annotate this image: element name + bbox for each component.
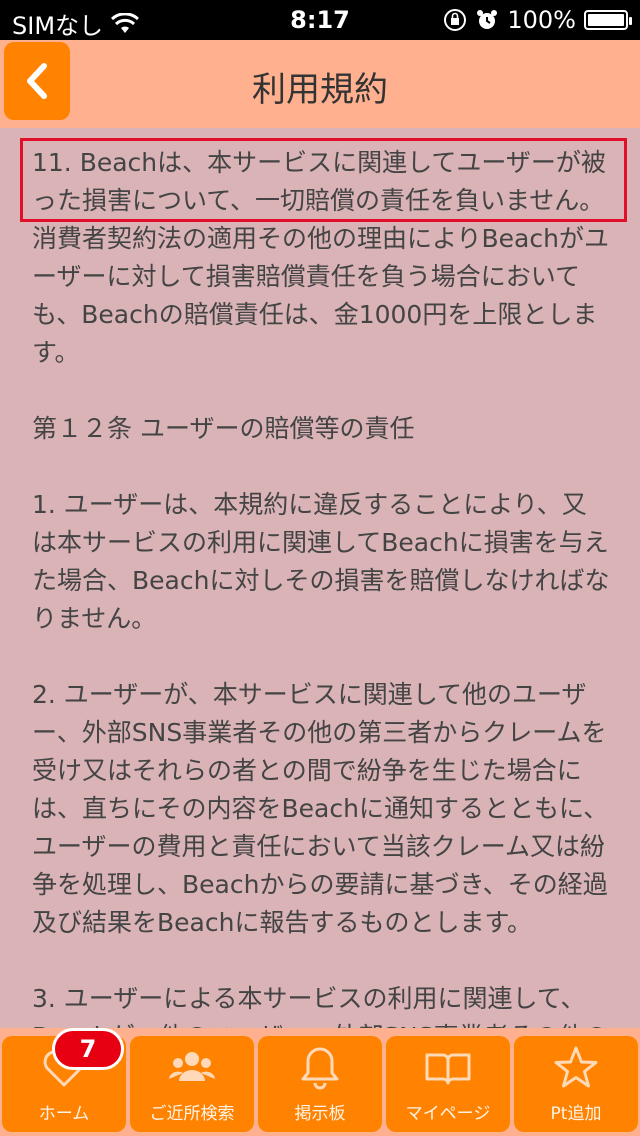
tab-label: Pt追加 xyxy=(550,1104,602,1124)
alarm-icon xyxy=(477,10,498,29)
terms-paragraph: 11. Beachは、本サービスに関連してユーザーが被った損害について、一切賠償… xyxy=(32,148,609,367)
book-icon xyxy=(425,1053,471,1085)
status-right: 100% xyxy=(443,6,632,34)
star-icon xyxy=(554,1046,598,1088)
tab-bulletin-board[interactable]: 掲示板 xyxy=(258,1036,382,1132)
orientation-lock-icon xyxy=(444,9,467,31)
bell-icon xyxy=(301,1047,339,1090)
tab-label: マイページ xyxy=(405,1104,491,1124)
terms-paragraph: 3. ユーザーによる本サービスの利用に関連して、Beachが、他のユーザー、外部… xyxy=(32,984,609,1028)
tab-label: ご近所検索 xyxy=(149,1104,235,1124)
page-title: 利用規約 xyxy=(252,70,388,110)
terms-paragraph: 1. ユーザーは、本規約に違反することにより、又は本サービスの利用に関連してBe… xyxy=(32,490,610,633)
terms-content[interactable]: 11. Beachは、本サービスに関連してユーザーが被った損害について、一切賠償… xyxy=(0,128,640,1028)
section-heading: 第１２条 ユーザーの賠償等の責任 xyxy=(32,414,415,443)
tab-bar: ホーム 7 ご近所検索 掲示板 マイページ Pt追加 xyxy=(0,1028,640,1136)
header: 利用規約 xyxy=(0,40,640,128)
notification-badge: 7 xyxy=(52,1028,124,1070)
tab-add-points[interactable]: Pt追加 xyxy=(514,1036,638,1132)
tab-label: ホーム xyxy=(38,1104,90,1124)
status-bar: SIMなし 8:17 100% xyxy=(0,0,640,40)
battery-percent: 100% xyxy=(507,6,576,34)
battery-icon xyxy=(584,10,632,30)
tab-label: 掲示板 xyxy=(294,1104,346,1124)
tab-my-page[interactable]: マイページ xyxy=(386,1036,510,1132)
people-icon xyxy=(169,1052,215,1081)
tab-home[interactable]: ホーム 7 xyxy=(2,1028,126,1132)
terms-paragraph: 2. ユーザーが、本サービスに関連して他のユーザー、外部SNS事業者その他の第三… xyxy=(32,680,609,937)
tab-nearby-search[interactable]: ご近所検索 xyxy=(130,1036,254,1132)
